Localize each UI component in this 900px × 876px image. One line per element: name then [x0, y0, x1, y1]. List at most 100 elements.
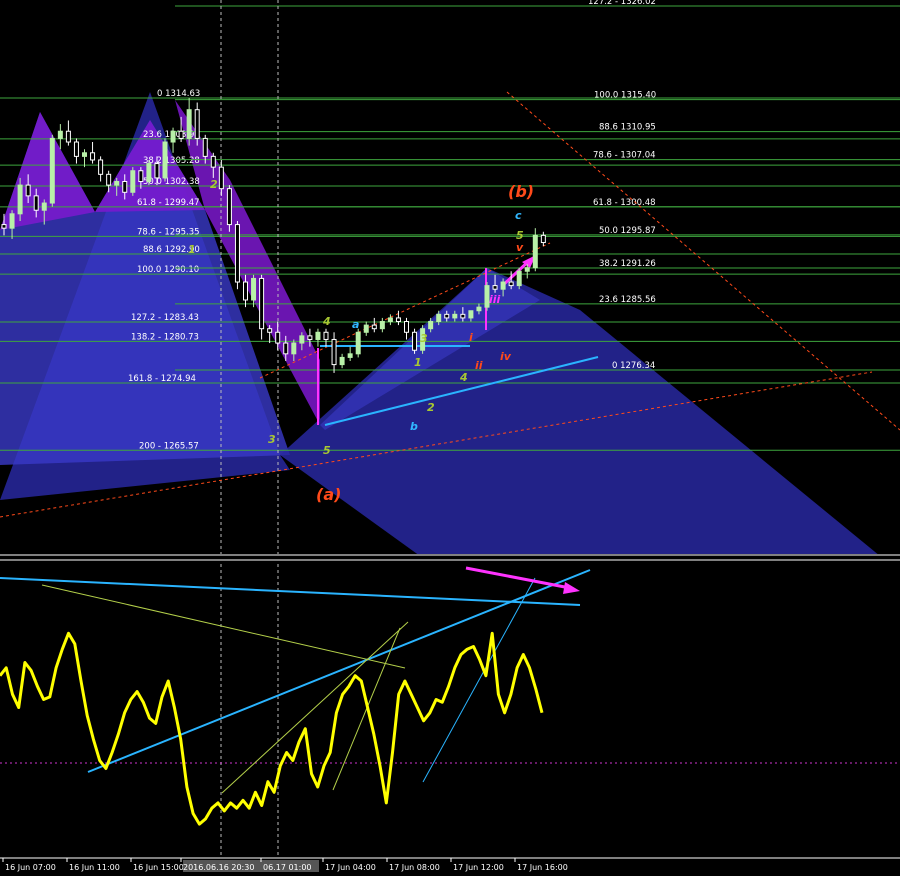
wave-label-12: 4 [459, 371, 468, 384]
candle-body [90, 152, 96, 161]
momentum-arrow-osc-head [563, 582, 580, 594]
momentum-arrow-osc [465, 566, 571, 590]
candle-body [234, 224, 240, 283]
candle-body [508, 281, 514, 287]
time-tick-label-5: 17 Jun 04:00 [325, 863, 376, 872]
fib-label-right-5: 50.0 1295.87 [599, 226, 656, 236]
candle-body [355, 331, 361, 355]
candle-body [33, 195, 39, 211]
candle-body [283, 342, 289, 355]
wave-label-7: iv [500, 350, 512, 363]
fib-label-left-8: 127.2 - 1283.43 [131, 313, 199, 323]
candle-body [202, 137, 208, 157]
wave-label-11: 1 [414, 356, 422, 369]
wave-label-17: (a) [316, 485, 341, 504]
candle-body [476, 306, 482, 312]
time-tick-label-8: 17 Jun 16:00 [517, 863, 568, 872]
candle-body [114, 181, 120, 186]
candle-body [492, 285, 498, 290]
time-axis: 16 Jun 07:00 16 Jun 11:00 16 Jun 15:00 2016… [0, 857, 900, 872]
time-tick-label-4: 06.17 01:00 [263, 863, 312, 872]
candle-body [347, 353, 353, 358]
fib-label-right-8: 0 1276.34 [612, 361, 655, 371]
time-tick-label-1: 16 Jun 11:00 [69, 863, 120, 872]
candle-body [395, 317, 401, 323]
candle-body [412, 331, 418, 351]
wave-label-6: ii [475, 359, 483, 372]
candle-body [130, 170, 136, 193]
candle-body [98, 159, 104, 175]
candle-body [500, 281, 506, 290]
fib-label-left-3: 50.0 1302.38 [143, 177, 200, 187]
time-tick-label-7: 17 Jun 12:00 [453, 863, 504, 872]
oscillator-pane [0, 566, 900, 826]
fib-label-left-10: 161.8 - 1274.94 [128, 374, 196, 384]
wave-label-16: 3 [268, 433, 276, 446]
candle-body [323, 331, 329, 340]
candle-body [331, 338, 337, 366]
candle-body [170, 130, 176, 143]
candle-body [460, 313, 466, 319]
candle-body [532, 234, 538, 269]
candle-body [299, 335, 305, 344]
candle-body [243, 281, 248, 301]
oscillator-line [0, 631, 544, 826]
time-tick-label-0: 16 Jun 07:00 [5, 863, 56, 872]
candle-body [154, 163, 160, 179]
fib-label-right-3: 78.6 - 1307.04 [593, 151, 656, 161]
candle-body [267, 328, 273, 333]
candle-body [387, 317, 393, 323]
fib-label-right-1: 100.0 1315.40 [594, 91, 656, 101]
candle-body [516, 270, 522, 287]
candle-body [82, 152, 87, 157]
candle-body [49, 137, 55, 204]
candle-body [186, 109, 192, 139]
candle-body [468, 310, 474, 319]
candle-body [363, 324, 369, 333]
fib-label-right-6: 38.2 1291.26 [599, 259, 656, 269]
candle-body [226, 188, 232, 226]
candle-body [315, 331, 321, 340]
fib-label-right-2: 88.6 1310.95 [599, 123, 656, 133]
candle-body [138, 170, 144, 183]
osc-trendline-steep [422, 577, 536, 783]
candle-body [307, 335, 313, 340]
fib-label-left-0: 0 1314.63 [157, 89, 200, 99]
candle-body [146, 163, 152, 183]
candle-body [540, 234, 546, 244]
wave-label-8: 4 [322, 315, 331, 328]
candle-body [339, 356, 345, 366]
wave-label-1: c [515, 209, 522, 222]
fib-label-right-0: 127.2 - 1326.02 [588, 0, 656, 7]
pane-separator[interactable] [0, 554, 900, 561]
osc-trendline-top [0, 577, 581, 606]
osc-trendline-rising [87, 569, 591, 773]
wave-label-10: 3 [420, 332, 428, 345]
fib-label-left-9: 138.2 - 1280.73 [131, 332, 199, 342]
wave-label-9: a [352, 318, 359, 331]
wave-label-0: (b) [508, 182, 534, 201]
candle-body [106, 173, 112, 186]
fib-label-left-7: 100.0 1290.10 [137, 265, 199, 275]
wave-label-13: 2 [427, 401, 435, 414]
candle-body [194, 109, 200, 139]
wave-label-3: v [516, 241, 524, 254]
chart-canvas[interactable]: 0 1314.6323.6 1308.9438.2 1305.2850.0 13… [0, 0, 900, 872]
candle-body [428, 321, 434, 330]
chart-window: 0 1314.6323.6 1308.9438.2 1305.2850.0 13… [0, 0, 900, 872]
fib-label-left-11: 200 - 1265.57 [139, 441, 199, 451]
candle-body [404, 321, 409, 333]
candle-body [436, 313, 442, 323]
pattern-triangle-right [280, 268, 880, 556]
candle-body [210, 155, 216, 168]
time-tick-label-3: 2016.06.16 20:30 [183, 863, 254, 872]
fib-label-left-2: 38.2 1305.28 [143, 156, 200, 166]
candle-body [251, 277, 257, 301]
wave-label-15: 5 [323, 444, 331, 457]
fib-label-left-5: 78.6 - 1295.35 [137, 227, 200, 237]
candle-body [452, 313, 458, 319]
candle-body [41, 202, 47, 211]
fib-label-right-4: 61.8 - 1300.48 [593, 198, 656, 208]
osc-trendline-green-1 [41, 584, 406, 669]
pattern-wing-1 [0, 112, 95, 230]
